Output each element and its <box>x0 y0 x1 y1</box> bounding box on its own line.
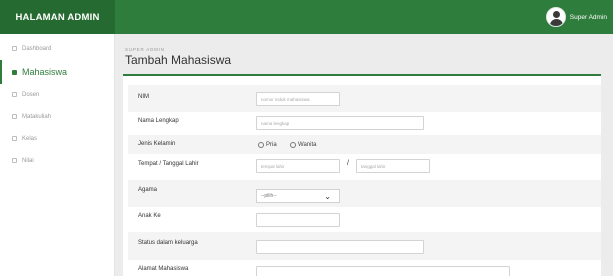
status-label: Status dalam keluarga <box>138 240 198 246</box>
form-row-alamat: Alamat Mahasiswa <box>128 261 601 276</box>
form-row-ttl: Tempat / Tanggal Lahir / <box>128 155 601 177</box>
page-subtitle: SUPER ADMIN <box>125 47 165 52</box>
anak-ke-input[interactable] <box>256 213 340 227</box>
alamat-label: Alamat Mahasiswa <box>138 266 189 272</box>
radio-circle-icon[interactable] <box>290 142 296 148</box>
form-row-status: Status dalam keluarga <box>128 232 601 260</box>
sidebar-item-label: Matakuliah <box>22 114 52 120</box>
status-input[interactable] <box>256 240 424 254</box>
radio-pria[interactable]: Pria <box>258 139 277 151</box>
sidebar-item-label: Nilai <box>22 158 34 164</box>
score-icon <box>12 158 17 163</box>
teacher-icon <box>12 92 17 97</box>
sidebar-item-label: Mahasiswa <box>22 67 68 77</box>
nim-label: NIM <box>138 94 149 100</box>
sidebar-item-matakuliah[interactable]: Matakuliah <box>0 106 114 128</box>
users-icon <box>12 70 17 75</box>
ttl-label: Tempat / Tanggal Lahir <box>138 161 199 167</box>
sidebar-item-label: Kelas <box>22 136 38 142</box>
ttl-separator: / <box>347 160 349 167</box>
class-icon <box>12 136 17 141</box>
anak-ke-label: Anak Ke <box>138 213 161 219</box>
brand-title[interactable]: HALAMAN ADMIN <box>0 0 115 34</box>
radio-pria-label: Pria <box>266 142 277 148</box>
user-menu[interactable]: Super Admin <box>545 6 607 28</box>
tempat-lahir-input[interactable] <box>256 159 340 173</box>
form-row-anak-ke: Anak Ke <box>128 208 601 230</box>
radio-wanita-label: Wanita <box>298 142 317 148</box>
nama-label: Nama Lengkap <box>138 118 179 124</box>
book-icon <box>12 114 17 119</box>
radio-circle-icon[interactable] <box>258 142 264 148</box>
agama-selected-value: --pilih-- <box>261 193 277 199</box>
top-bar: HALAMAN ADMIN Super Admin <box>0 0 613 34</box>
form-card: NIM Nama Lengkap Jenis Kelamin Pria Wani… <box>123 74 601 276</box>
sidebar-item-label: Dashboard <box>22 46 52 52</box>
form-row-nama: Nama Lengkap <box>128 112 601 133</box>
main-content: SUPER ADMIN Tambah Mahasiswa NIM Nama Le… <box>115 34 613 276</box>
chevron-down-icon: ⌄ <box>324 192 331 201</box>
sidebar-item-dashboard[interactable]: Dashboard <box>0 38 114 60</box>
home-icon <box>12 46 17 51</box>
page-title: Tambah Mahasiswa <box>125 53 232 67</box>
tanggal-lahir-input[interactable] <box>356 159 430 173</box>
alamat-input[interactable] <box>256 266 510 276</box>
sidebar-item-nilai[interactable]: Nilai <box>0 150 114 172</box>
agama-select[interactable]: --pilih-- ⌄ <box>256 189 340 203</box>
radio-wanita[interactable]: Wanita <box>290 139 316 151</box>
avatar-icon[interactable] <box>545 7 566 27</box>
form-row-agama: Agama --pilih-- ⌄ <box>128 180 601 207</box>
agama-label: Agama <box>138 187 158 193</box>
form-row-nim: NIM <box>128 85 601 112</box>
sidebar: Dashboard Mahasiswa Dosen Matakuliah Kel… <box>0 34 115 276</box>
form-row-jenis-kelamin: Jenis Kelamin Pria Wanita <box>128 135 601 154</box>
jenis-kelamin-label: Jenis Kelamin <box>138 141 176 147</box>
sidebar-item-kelas[interactable]: Kelas <box>0 128 114 150</box>
nama-input[interactable] <box>256 116 424 130</box>
sidebar-item-mahasiswa[interactable]: Mahasiswa <box>0 60 114 84</box>
user-name[interactable]: Super Admin <box>570 14 607 21</box>
sidebar-item-dosen[interactable]: Dosen <box>0 84 114 106</box>
nim-input[interactable] <box>256 92 340 106</box>
sidebar-item-label: Dosen <box>22 92 40 98</box>
